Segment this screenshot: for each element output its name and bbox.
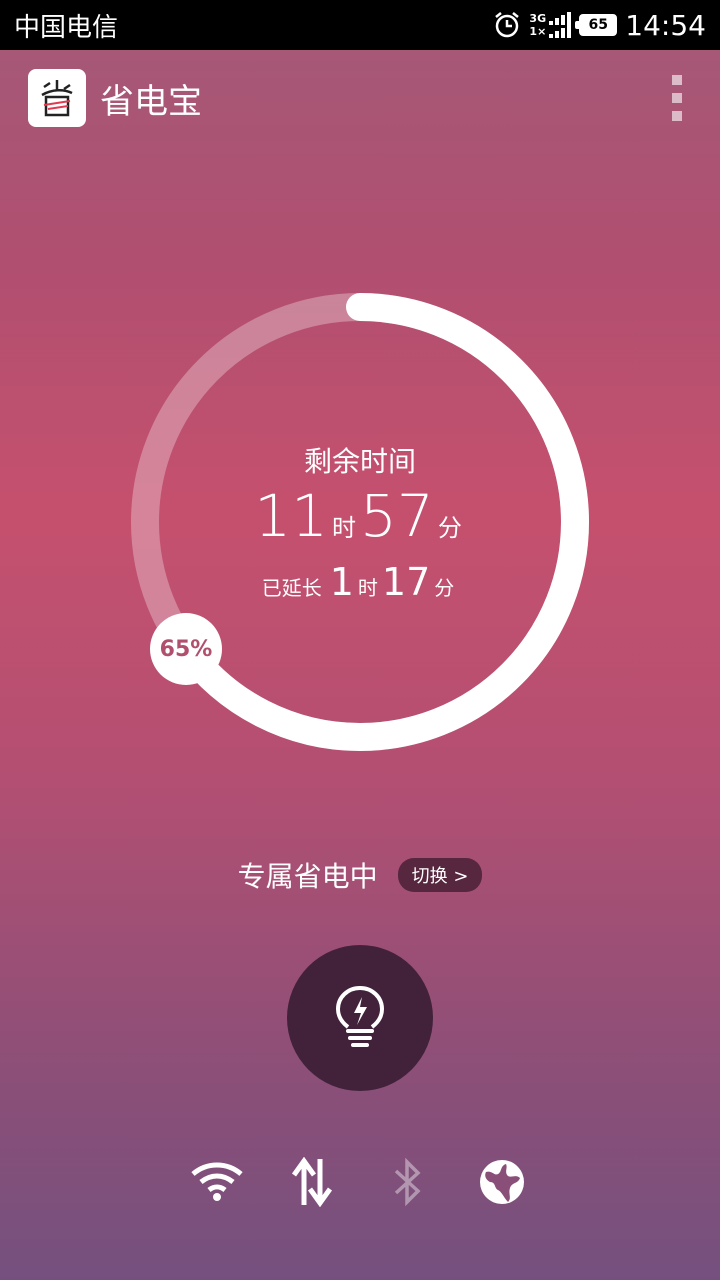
extended-minutes: 17: [381, 560, 431, 604]
hours-unit: 时: [332, 514, 356, 542]
status-clock: 14:54: [625, 8, 706, 42]
battery-icon: 65: [575, 14, 618, 36]
carrier-name: 中国电信: [14, 12, 119, 43]
remaining-time-label: 剩余时间: [303, 445, 416, 478]
power-mode-label: 专属省电中: [237, 860, 378, 893]
signal-icon: 3G 1×: [529, 12, 572, 38]
remaining-time: 11 时 57 分: [130, 482, 590, 550]
battery-ring: 剩余时间 11 时 57 分 已延长 1 时 17 分: [130, 292, 590, 752]
wifi-toggle[interactable]: [187, 1152, 247, 1212]
alarm-icon: [495, 12, 520, 38]
globe-toggle[interactable]: [472, 1152, 532, 1212]
network-type-1x: 1×: [529, 25, 547, 38]
lightbulb-bolt-icon: [335, 985, 385, 1047]
battery-percent-badge: 65%: [150, 613, 222, 685]
remaining-minutes: 57: [360, 482, 434, 550]
power-mode-row: 专属省电中 切换 >: [0, 855, 720, 895]
app-title: 省电宝: [100, 81, 202, 122]
quick-toggles: [0, 1152, 720, 1212]
app-bar: 省电宝: [28, 68, 692, 128]
app-logo-icon: [28, 69, 86, 127]
remaining-hours: 11: [254, 482, 328, 550]
switch-mode-button[interactable]: 切换 >: [397, 858, 483, 892]
battery-level-text: 65: [588, 17, 609, 33]
extended-label: 已延长: [261, 576, 322, 600]
extended-hours-unit: 时: [357, 576, 378, 600]
mobile-data-icon: [291, 1157, 333, 1207]
power-saver-button[interactable]: [287, 945, 433, 1091]
globe-icon: [480, 1160, 524, 1204]
minutes-unit: 分: [437, 514, 462, 542]
extended-minutes-unit: 分: [434, 576, 455, 600]
mobile-data-toggle[interactable]: [282, 1152, 342, 1212]
bluetooth-icon: [394, 1157, 421, 1207]
wifi-icon: [191, 1162, 243, 1201]
extended-time: 已延长 1 时 17 分: [130, 560, 590, 604]
extended-hours: 1: [329, 560, 354, 604]
network-type-3g: 3G: [529, 12, 547, 25]
status-bar: 中国电信 3G 1× 65 14:54: [0, 0, 720, 50]
overflow-menu-icon[interactable]: [662, 73, 692, 123]
bluetooth-toggle[interactable]: [377, 1152, 437, 1212]
